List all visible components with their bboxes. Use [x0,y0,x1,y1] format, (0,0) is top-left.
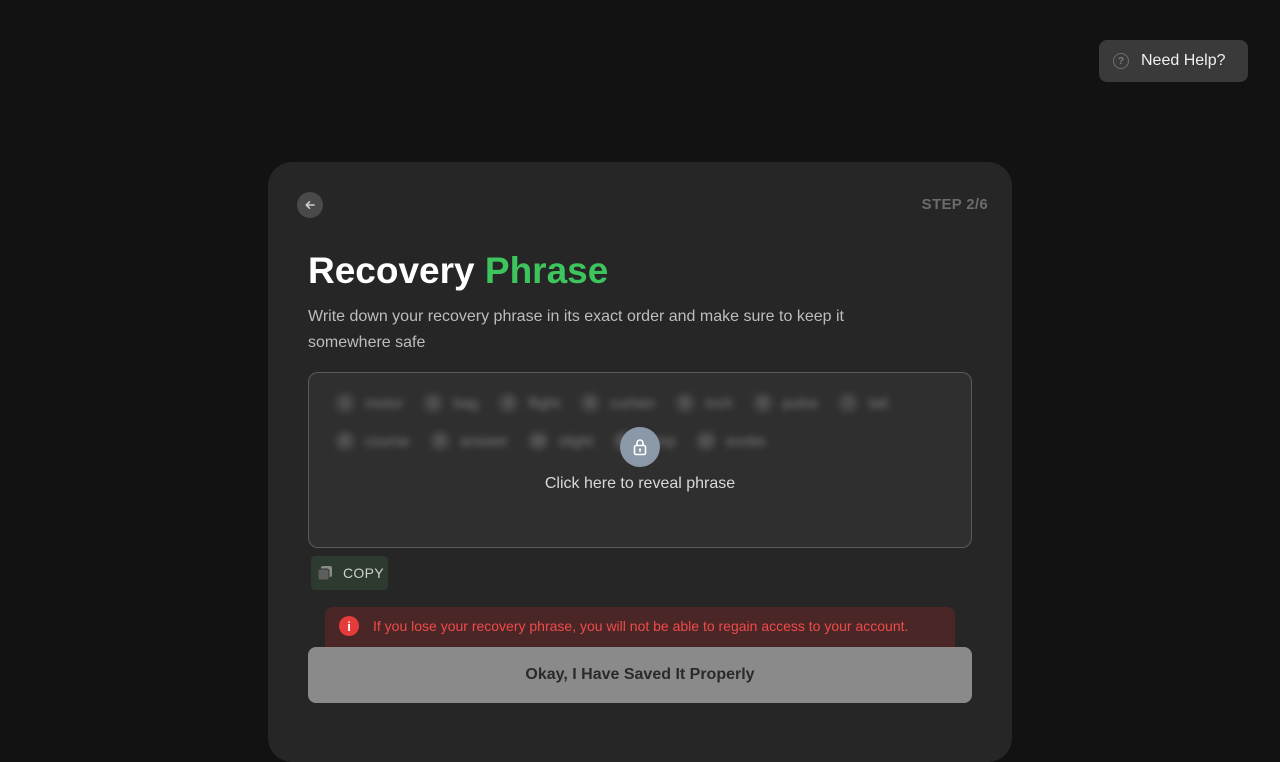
title-main: Recovery [308,250,475,291]
need-help-label: Need Help? [1141,52,1226,69]
phrase-word-number: 7 [838,393,859,413]
phrase-word: 1 motor [335,391,403,415]
copy-label: COPY [343,565,384,581]
step-indicator: STEP 2/6 [921,196,988,213]
phrase-word-text: pulse [782,394,819,412]
phrase-word-text: curtain [610,394,656,412]
phrase-word: 6 pulse [752,391,819,415]
recovery-phrase-box[interactable]: 1 motor 2 bag 3 flight 4 curtain 5 inch 6 pulse 7 tai… [308,372,972,548]
alert-icon: i [339,616,359,636]
phrase-word: 3 flight [498,391,560,415]
phrase-word-number: 1 [335,393,355,413]
phrase-word-text: motor [365,394,404,412]
phrase-word-number: 5 [675,393,696,413]
question-circle-icon: ? [1113,53,1129,69]
phrase-word-number: 3 [498,393,519,413]
title-accent: Phrase [484,250,609,291]
arrow-left-icon [305,201,315,209]
phrase-word-number: 6 [752,393,773,413]
phrase-word: 2 bag [423,391,478,415]
copy-icon [317,566,332,581]
lock-icon [620,427,660,467]
page-title: Recovery Phrase [308,248,608,294]
phrase-word-text: bag [453,394,479,412]
reveal-phrase-text[interactable]: Click here to reveal phrase [545,475,735,493]
recovery-phrase-card: STEP 2/6 Recovery Phrase Write down your… [268,162,1012,762]
phrase-word: 5 inch [675,391,733,415]
need-help-button[interactable]: ? Need Help? [1099,40,1248,82]
warning-text: If you lose your recovery phrase, you wi… [373,618,909,634]
phrase-word-text: tail [868,394,888,412]
phrase-word: 7 tail [838,391,888,415]
warning-banner: i If you lose your recovery phrase, you … [325,607,955,651]
saved-confirm-button[interactable]: Okay, I Have Saved It Properly [308,647,972,703]
page-subtitle: Write down your recovery phrase in its e… [308,308,844,351]
phrase-word-number: 2 [423,393,444,413]
copy-button[interactable]: COPY [311,556,388,590]
reveal-overlay[interactable]: Click here to reveal phrase [309,427,971,493]
phrase-word-text: flight [528,394,561,412]
phrase-word-text: inch [705,394,733,412]
phrase-word: 4 curtain [580,391,655,415]
back-button[interactable] [297,192,323,218]
phrase-word-number: 4 [580,393,601,413]
